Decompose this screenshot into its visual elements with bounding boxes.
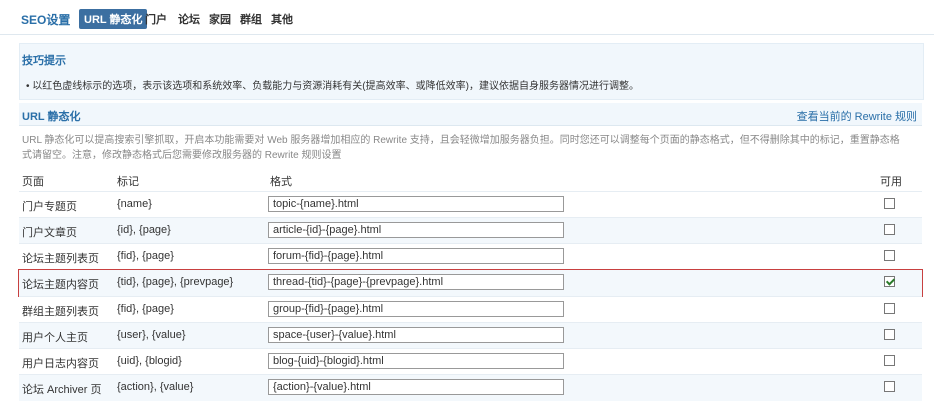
tab-other[interactable]: 其他 [271,11,293,27]
table-row: 门户专题页 {name} [19,191,922,218]
row-page: 论坛主题列表页 [22,253,99,265]
row-page: 用户个人主页 [22,332,88,344]
header-page: 页面 [22,176,44,188]
tips-heading: 技巧提示 [22,55,66,67]
tab-home[interactable]: 家园 [209,11,231,27]
row-mark: {user}, {value} [117,329,186,341]
row-page: 用户日志内容页 [22,358,99,370]
section-description: URL 静态化可以提高搜索引擎抓取，开启本功能需要对 Web 服务器增加相应的 … [22,135,900,161]
tab-forum[interactable]: 论坛 [178,11,200,27]
row-page: 论坛主题内容页 [22,279,99,291]
enable-checkbox[interactable] [884,329,895,340]
tab-group[interactable]: 群组 [240,11,262,27]
format-input[interactable] [268,248,564,264]
format-input[interactable] [268,379,564,395]
table-row: 论坛主题列表页 {fid}, {page} [19,243,922,270]
section-title: URL 静态化 [22,111,81,123]
enable-checkbox[interactable] [884,355,895,366]
row-mark: {id}, {page} [117,224,171,236]
view-rewrite-rules-link[interactable]: 查看当前的 Rewrite 规则 [797,108,917,124]
enable-checkbox[interactable] [884,198,895,209]
enable-checkbox[interactable] [884,224,895,235]
header-mark: 标记 [117,176,139,188]
row-page: 门户文章页 [22,227,77,239]
row-mark: {fid}, {page} [117,250,174,262]
nav-title: SEO设置 [21,13,71,27]
row-mark: {name} [117,198,152,210]
top-nav: SEO设置 URL 静态化 门户 论坛 家园 群组 其他 [0,0,934,35]
table-row: 用户日志内容页 {uid}, {blogid} [19,348,922,375]
format-input[interactable] [268,301,564,317]
enable-checkbox-checked[interactable] [884,276,895,287]
row-page: 门户专题页 [22,201,77,213]
header-enabled: 可用 [880,176,902,188]
enable-checkbox[interactable] [884,250,895,261]
format-input[interactable] [268,327,564,343]
table-row: 群组主题列表页 {fid}, {page} [19,296,922,323]
row-page: 群组主题列表页 [22,306,99,318]
table-header: 页面 标记 格式 可用 [0,173,934,191]
format-input[interactable] [268,353,564,369]
row-mark: {action}, {value} [117,381,194,393]
tab-url-static[interactable]: URL 静态化 [79,9,148,29]
tab-portal[interactable]: 门户 [145,11,167,27]
header-format: 格式 [270,176,292,188]
row-mark: {fid}, {page} [117,303,174,315]
row-mark: {tid}, {page}, {prevpage} [117,276,234,288]
row-mark: {uid}, {blogid} [117,355,182,367]
enable-checkbox[interactable] [884,381,895,392]
format-input[interactable] [268,274,564,290]
table-row: 门户文章页 {id}, {page} [19,217,922,244]
format-input[interactable] [268,222,564,238]
row-page: 论坛 Archiver 页 [22,384,102,396]
table-row-highlighted: 论坛主题内容页 {tid}, {page}, {prevpage} [18,269,923,297]
section-header [19,103,922,126]
table-row: 论坛 Archiver 页 {action}, {value} [19,374,922,401]
format-input[interactable] [268,196,564,212]
table-row: 用户个人主页 {user}, {value} [19,322,922,349]
tips-text: • 以红色虚线标示的选项，表示该选项和系统效率、负载能力与资源消耗有关(提高效率… [26,81,639,92]
enable-checkbox[interactable] [884,303,895,314]
